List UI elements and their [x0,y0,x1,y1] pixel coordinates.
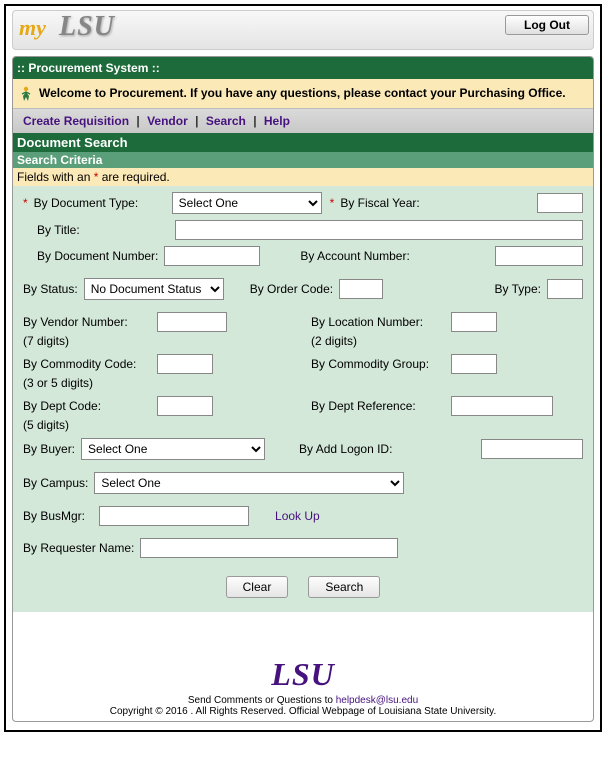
label-fiscal-year: By Fiscal Year: [340,196,419,210]
doc-num-input[interactable] [164,246,260,266]
footer-copyright: Copyright © 2016 . All Rights Reserved. … [13,706,593,717]
label-dept-code: By Dept Code: [23,399,151,413]
logout-button[interactable]: Log Out [505,15,589,35]
hint-location: (2 digits) [311,334,357,348]
campus-select[interactable]: Select One [94,472,404,494]
search-button[interactable]: Search [308,576,380,598]
menubar: Create Requisition | Vendor | Search | H… [13,109,593,133]
footer-line1: Send Comments or Questions to [188,695,336,706]
label-vendor-num: By Vendor Number: [23,315,151,329]
menu-sep: | [132,114,143,128]
vendor-num-input[interactable] [157,312,227,332]
order-code-input[interactable] [339,279,383,299]
system-title: :: Procurement System :: [13,57,593,79]
dept-code-input[interactable] [157,396,213,416]
menu-search[interactable]: Search [206,114,246,128]
label-doc-type: By Document Type: [34,196,166,210]
doc-type-select[interactable]: Select One [172,192,322,214]
label-busmgr: By BusMgr: [23,509,85,523]
welcome-text: Welcome to Procurement. If you have any … [39,85,566,101]
label-location-num: By Location Number: [311,315,445,329]
busmgr-input[interactable] [99,506,249,526]
menu-sep: | [191,114,202,128]
commodity-code-input[interactable] [157,354,213,374]
buyer-select[interactable]: Select One [81,438,265,460]
type-input[interactable] [547,279,583,299]
clear-button[interactable]: Clear [226,576,289,598]
title-input[interactable] [175,220,583,240]
fiscal-year-input[interactable] [537,193,583,213]
person-icon [19,86,33,102]
label-commodity-code: By Commodity Code: [23,357,151,371]
required-star: * [330,196,335,210]
label-campus: By Campus: [23,476,88,490]
requester-input[interactable] [140,538,398,558]
label-title: By Title: [37,223,169,237]
required-pre: Fields with an [17,170,94,184]
welcome-bar: Welcome to Procurement. If you have any … [13,79,593,109]
section-title: Document Search [13,133,593,152]
topbar: my LSU Log Out [12,10,594,50]
search-form: * By Document Type: Select One * By Fisc… [13,186,593,612]
menu-create[interactable]: Create Requisition [23,114,129,128]
logo-lsu: LSU [59,11,115,43]
content-panel: :: Procurement System :: Welcome to Proc… [12,56,594,722]
label-dept-ref: By Dept Reference: [311,399,445,413]
label-add-logon: By Add Logon ID: [299,442,392,456]
required-star: * [23,196,28,210]
required-note: Fields with an * are required. [13,168,593,186]
commodity-group-input[interactable] [451,354,497,374]
menu-sep: | [249,114,260,128]
footer-email[interactable]: helpdesk@lsu.edu [336,695,418,706]
label-account-num: By Account Number: [300,249,409,263]
label-order-code: By Order Code: [250,282,333,296]
logo-my: my [19,15,46,41]
label-type: By Type: [495,282,541,296]
required-post: are required. [98,170,169,184]
section-subtitle: Search Criteria [13,152,593,168]
hint-commodity: (3 or 5 digits) [23,376,93,390]
label-commodity-group: By Commodity Group: [311,357,445,371]
menu-help[interactable]: Help [264,114,290,128]
footer: LSU Send Comments or Questions to helpde… [13,656,593,721]
dept-ref-input[interactable] [451,396,553,416]
status-select[interactable]: No Document Status [84,278,224,300]
account-num-input[interactable] [495,246,583,266]
location-num-input[interactable] [451,312,497,332]
menu-vendor[interactable]: Vendor [147,114,188,128]
add-logon-input[interactable] [481,439,583,459]
footer-logo: LSU [13,656,593,693]
label-doc-num: By Document Number: [37,249,158,263]
lookup-link[interactable]: Look Up [275,509,320,523]
hint-vendor: (7 digits) [23,334,151,348]
label-requester: By Requester Name: [23,541,134,555]
app-window: my LSU Log Out :: Procurement System :: … [4,4,602,732]
hint-dept: (5 digits) [23,418,69,432]
label-status: By Status: [23,282,78,296]
label-buyer: By Buyer: [23,442,75,456]
